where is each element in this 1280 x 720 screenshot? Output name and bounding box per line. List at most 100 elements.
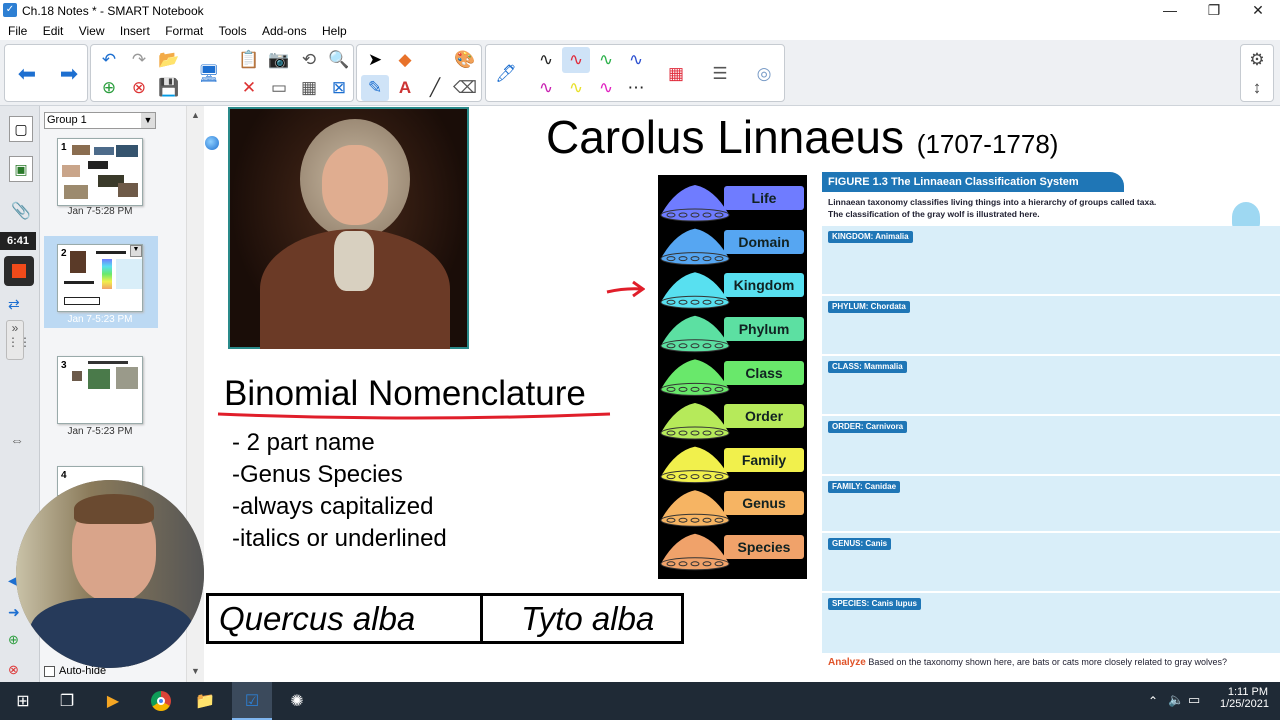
taskbar: ⊞ ❐ ▶ 📁 ☑ ✺ ⌃ 🔈 ▭ 1:11 PM 1/25/2021: [0, 682, 1280, 720]
group-select[interactable]: Group 1 ▼: [44, 112, 156, 129]
example-cell-left: Quercus alba: [209, 596, 483, 641]
smart-notebook-task-icon[interactable]: ☑: [237, 686, 267, 716]
task-view-icon[interactable]: ❐: [52, 686, 82, 716]
stop-recording-button[interactable]: [4, 256, 34, 286]
pyramid-disk-phylum: [660, 339, 730, 353]
menu-addons[interactable]: Add-ons: [262, 24, 307, 38]
tray-chevron-icon[interactable]: ⌃: [1148, 694, 1158, 708]
settings-group: ⚙ ↕: [1240, 44, 1274, 102]
pen-magenta-icon[interactable]: ∿: [532, 75, 560, 101]
recording-timer: 6:41: [0, 232, 36, 250]
page-thumbnail-3[interactable]: 3: [57, 356, 143, 424]
full-screen-icon[interactable]: ⊠: [325, 75, 353, 101]
pen-red-icon[interactable]: ∿: [562, 47, 590, 73]
attachments-tab-icon[interactable]: 📎: [9, 200, 33, 226]
pen-blue-icon[interactable]: ∿: [622, 47, 650, 73]
screen-capture-icon[interactable]: 📷: [265, 47, 293, 73]
shapes-icon[interactable]: ◆: [391, 47, 419, 73]
bullet-list: - 2 part name -Genus Species -always cap…: [232, 427, 447, 555]
media-player-icon[interactable]: ▶: [98, 686, 128, 716]
scroll-up-icon[interactable]: ▲: [191, 110, 200, 120]
select-icon[interactable]: ➤: [361, 47, 389, 73]
color-palette-icon[interactable]: ▦: [662, 61, 690, 87]
thumbnail-caption: Jan 7-5:23 PM: [67, 426, 133, 437]
chrome-icon[interactable]: [146, 686, 176, 716]
pen-type-icon[interactable]: 🖊: [492, 61, 520, 87]
figure-analyze: Analyze Based on the taxonomy shown here…: [828, 657, 1280, 668]
volume-icon[interactable]: 🔈: [1168, 692, 1184, 708]
example-quercus: Quercus alba: [219, 600, 416, 637]
resize-sidebar-icon[interactable]: ⇔: [10, 432, 24, 448]
pen-green-icon[interactable]: ∿: [592, 47, 620, 73]
screen-shade-icon[interactable]: ▭: [265, 75, 293, 101]
windows-start-icon[interactable]: ⊞: [8, 686, 38, 716]
rotate-icon[interactable]: ⟲: [295, 47, 323, 73]
close-button[interactable]: ✕: [1236, 0, 1280, 22]
fill-icon[interactable]: 🎨: [451, 47, 479, 73]
redo-icon[interactable]: ↷: [125, 47, 153, 73]
gear-icon[interactable]: ⚙: [1243, 47, 1271, 73]
menu-edit[interactable]: Edit: [43, 24, 64, 38]
document-camera-icon[interactable]: 🔍: [325, 47, 353, 73]
menu-view[interactable]: View: [79, 24, 105, 38]
open-folder-icon[interactable]: 📂: [155, 47, 183, 73]
clock-date: 1/25/2021: [1220, 698, 1269, 710]
bullet-item: -italics or underlined: [232, 525, 447, 552]
pyramid-disk-order: [660, 426, 730, 440]
file-explorer-icon[interactable]: 📁: [190, 686, 220, 716]
gallery-tab-icon[interactable]: ▣: [9, 156, 33, 182]
undo-icon[interactable]: ↶: [95, 47, 123, 73]
title-bar: ✓ Ch.18 Notes * - SMART Notebook — ❐ ✕: [0, 0, 1280, 22]
thumbnail-menu-icon[interactable]: ▼: [130, 245, 142, 257]
save-icon[interactable]: 💾: [155, 75, 183, 101]
delete-icon[interactable]: ✕: [235, 75, 263, 101]
restore-button[interactable]: ❐: [1192, 0, 1236, 22]
menu-help[interactable]: Help: [322, 24, 347, 38]
next-page-icon[interactable]: ➡: [55, 61, 83, 87]
pen-pink-icon[interactable]: ∿: [592, 75, 620, 101]
row-label: SPECIES: Canis lupus: [828, 598, 921, 610]
globe-icon[interactable]: [205, 136, 219, 150]
menu-file[interactable]: File: [8, 24, 27, 38]
page-thumbnail-2[interactable]: 2 ▼: [57, 244, 143, 312]
eraser-icon[interactable]: ⌫: [451, 75, 479, 101]
pyramid-disk-kingdom: [660, 295, 730, 309]
settings-task-icon[interactable]: ✺: [282, 686, 312, 716]
previous-page-icon[interactable]: ⬅: [13, 61, 41, 87]
display-icon[interactable]: 🖥: [195, 61, 223, 87]
tools-group: ➤ ◆ 🎨 ✎ A ╱ ⌫: [356, 44, 482, 102]
webcam-shirt: [30, 598, 194, 668]
pen-yellow-icon[interactable]: ∿: [562, 75, 590, 101]
edit-group: ↶ ↷ 📂 ⊕ ⊗ 💾 🖥 📋 📷 ⟲ 🔍 ✕ ▭ ▦ ⊠: [90, 44, 354, 102]
pen-dashed-icon[interactable]: ⋯: [622, 75, 650, 101]
minimize-button[interactable]: —: [1148, 0, 1192, 22]
pyramid-disk-life: [660, 208, 730, 222]
add-page-icon[interactable]: ⊕: [95, 75, 123, 101]
menu-tools[interactable]: Tools: [219, 24, 247, 38]
pyramid-label-class: Class: [724, 361, 804, 385]
expand-icon[interactable]: » ⋮⋮: [6, 320, 31, 360]
example-tyto: Tyto alba: [521, 600, 655, 637]
table-icon[interactable]: ▦: [295, 75, 323, 101]
paste-icon[interactable]: 📋: [235, 47, 263, 73]
move-toolbar-icon[interactable]: ↕: [1243, 75, 1271, 101]
pens-icon[interactable]: ✎: [361, 75, 389, 101]
red-arrow-annotation: [606, 280, 645, 298]
line-thickness-icon[interactable]: ☰: [706, 61, 734, 87]
bullet-item: -Genus Species: [232, 461, 403, 488]
page-sorter-tab-icon[interactable]: ▢: [9, 116, 33, 142]
menu-insert[interactable]: Insert: [120, 24, 150, 38]
delete-page-icon[interactable]: ⊗: [125, 75, 153, 101]
pen-black-icon[interactable]: ∿: [532, 47, 560, 73]
title-text: Carolus Linnaeus: [546, 111, 905, 163]
examples-table: Quercus alba Tyto alba: [206, 593, 684, 644]
text-icon[interactable]: A: [391, 75, 419, 101]
menu-format[interactable]: Format: [165, 24, 203, 38]
clock[interactable]: 1:11 PM 1/25/2021: [1220, 686, 1269, 710]
line-icon[interactable]: ╱: [421, 75, 449, 101]
page-thumbnail-1[interactable]: 1: [57, 138, 143, 206]
network-icon[interactable]: ▭: [1188, 692, 1200, 708]
webcam-overlay[interactable]: [16, 480, 204, 668]
properties-tab-icon[interactable]: ⇄: [8, 296, 20, 313]
transparency-icon[interactable]: ◎: [750, 61, 778, 87]
